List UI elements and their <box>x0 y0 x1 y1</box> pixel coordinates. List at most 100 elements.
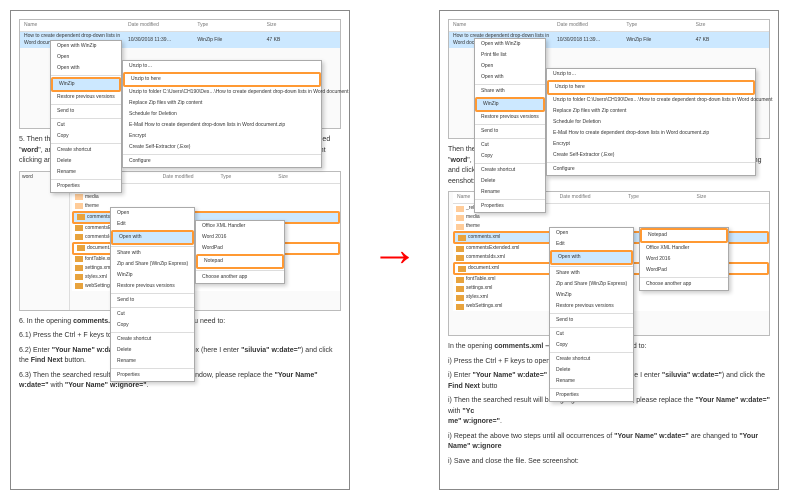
col-size: Size <box>267 22 336 29</box>
ctxr-cut[interactable]: Cut <box>475 140 545 151</box>
ctx2r-sendto[interactable]: Send to <box>550 315 633 326</box>
ctx2r-shortcut[interactable]: Create shortcut <box>550 354 633 365</box>
openwith-submenu[interactable]: Office XML Handler Word 2016 WordPad Not… <box>195 220 285 284</box>
ctx-open[interactable]: Open <box>51 52 121 63</box>
ctx2r-edit[interactable]: Edit <box>550 239 633 250</box>
sub2r-notepad[interactable]: Notepad <box>640 228 728 243</box>
ctx-properties[interactable]: Properties <box>51 181 121 192</box>
sub2r-word[interactable]: Word 2016 <box>640 254 728 265</box>
ctx2-props[interactable]: Properties <box>111 370 194 381</box>
ctxr-copy[interactable]: Copy <box>475 151 545 162</box>
ctx2-winzip[interactable]: WinZip <box>111 270 194 281</box>
ctxr-print[interactable]: Print file list <box>475 50 545 61</box>
ctx-winzip[interactable]: WinZip <box>51 77 121 92</box>
sub-replace[interactable]: Replace Zip files with Zip content <box>123 98 321 109</box>
ctx2r-open[interactable]: Open <box>550 228 633 239</box>
ctxr-winzip[interactable]: WinZip <box>475 97 545 112</box>
subr-schedule[interactable]: Schedule for Deletion <box>547 117 755 128</box>
ctx2-rename[interactable]: Rename <box>111 356 194 367</box>
ctx-cut[interactable]: Cut <box>51 120 121 131</box>
ctx-rename[interactable]: Rename <box>51 167 121 178</box>
sub2-wordpad[interactable]: WordPad <box>196 243 284 254</box>
ctx2-zipshare[interactable]: Zip and Share (WinZip Express) <box>111 259 194 270</box>
sub-unzip-folder[interactable]: Unzip to folder C:\Users\CH190\Des…\How … <box>123 87 321 98</box>
ctx2-sendto[interactable]: Send to <box>111 295 194 306</box>
ctx-delete[interactable]: Delete <box>51 156 121 167</box>
ctx2r-delete[interactable]: Delete <box>550 365 633 376</box>
ctxr-openwith[interactable]: Open with <box>475 72 545 83</box>
ctx-copy[interactable]: Copy <box>51 131 121 142</box>
openwith-submenu-r[interactable]: Notepad Office XML Handler Word 2016 Wor… <box>639 227 729 291</box>
subr-unzipfolder[interactable]: Unzip to folder C:\Users\CH190\Des…\How … <box>547 95 755 106</box>
ctx-shortcut[interactable]: Create shortcut <box>51 145 121 156</box>
context-menu-1[interactable]: Open with WinZip Open Open with WinZip R… <box>50 40 122 193</box>
sub-unzip-here[interactable]: Unzip to here <box>123 72 321 87</box>
ctx2r-zipshare[interactable]: Zip and Share (WinZip Express) <box>550 279 633 290</box>
arrow-icon: → <box>371 223 419 278</box>
ctx-open-winzip[interactable]: Open with WinZip <box>51 41 121 52</box>
winzip-submenu[interactable]: Unzip to… Unzip to here Unzip to folder … <box>122 60 322 168</box>
sub-configure[interactable]: Configure <box>123 156 321 167</box>
ctx2-open[interactable]: Open <box>111 208 194 219</box>
sub-encrypt[interactable]: Encrypt <box>123 131 321 142</box>
subr-encrypt[interactable]: Encrypt <box>547 139 755 150</box>
sub2r-choose[interactable]: Choose another app <box>640 279 728 290</box>
folder-row[interactable]: media <box>72 193 340 202</box>
ctx2r-props[interactable]: Properties <box>550 390 633 401</box>
sub2-choose[interactable]: Choose another app <box>196 272 284 283</box>
ctx-open-with[interactable]: Open with <box>51 63 121 74</box>
subr-replace[interactable]: Replace Zip files with Zip content <box>547 106 755 117</box>
ctx2r-openwith[interactable]: Open with <box>550 250 633 265</box>
xml-icon <box>75 234 83 240</box>
ctxr-props[interactable]: Properties <box>475 201 545 212</box>
ctx2-delete[interactable]: Delete <box>111 345 194 356</box>
ctx-sendto[interactable]: Send to <box>51 106 121 117</box>
ctxr-openwinzip[interactable]: Open with WinZip <box>475 39 545 50</box>
ctx2-openwith[interactable]: Open with <box>111 230 194 245</box>
ctx2-shortcut[interactable]: Create shortcut <box>111 334 194 345</box>
xml-icon <box>456 304 464 310</box>
context-menu-2[interactable]: Open Edit Open with Share with Zip and S… <box>110 207 195 382</box>
subr-unzipto[interactable]: Unzip to… <box>547 69 755 80</box>
subr-configure[interactable]: Configure <box>547 164 755 175</box>
ctxr-rename[interactable]: Rename <box>475 187 545 198</box>
ctx2r-winzip[interactable]: WinZip <box>550 290 633 301</box>
ctx2r-copy[interactable]: Copy <box>550 340 633 351</box>
ctxr-open[interactable]: Open <box>475 61 545 72</box>
sub2r-wordpad[interactable]: WordPad <box>640 265 728 276</box>
ctxr-sendto[interactable]: Send to <box>475 126 545 137</box>
subr-sfx[interactable]: Create Self-Extractor (.Exe) <box>547 150 755 161</box>
ctx-restore[interactable]: Restore previous versions <box>51 92 121 103</box>
context-menu-1r[interactable]: Open with WinZip Print file list Open Op… <box>474 38 546 213</box>
sub2-xmlhandler[interactable]: Office XML Handler <box>196 221 284 232</box>
ctx2-restore[interactable]: Restore previous versions <box>111 281 194 292</box>
sub-sfx[interactable]: Create Self-Extractor (.Exe) <box>123 142 321 153</box>
ctx2r-rename[interactable]: Rename <box>550 376 633 387</box>
sub-schedule[interactable]: Schedule for Deletion <box>123 109 321 120</box>
xml-icon <box>456 255 464 261</box>
col-type: Type <box>197 22 266 29</box>
ctx2r-share[interactable]: Share with <box>550 268 633 279</box>
subr-unziphere[interactable]: Unzip to here <box>547 80 755 95</box>
ctx2r-restore[interactable]: Restore previous versions <box>550 301 633 312</box>
subr-email[interactable]: E-Mail How to create dependent drop-down… <box>547 128 755 139</box>
ctxr-shortcut[interactable]: Create shortcut <box>475 165 545 176</box>
ctxr-restore[interactable]: Restore previous versions <box>475 112 545 123</box>
sub2-notepad[interactable]: Notepad <box>196 254 284 269</box>
ctx2-share[interactable]: Share with <box>111 248 194 259</box>
ctxr-share[interactable]: Share with <box>475 86 545 97</box>
ctxr-delete[interactable]: Delete <box>475 176 545 187</box>
context-menu-2r[interactable]: Open Edit Open with Share with Zip and S… <box>549 227 634 402</box>
ctx2r-cut[interactable]: Cut <box>550 329 633 340</box>
sub2r-xmlhandler[interactable]: Office XML Handler <box>640 243 728 254</box>
folder-row[interactable]: media <box>453 213 769 222</box>
xml-icon <box>456 286 464 292</box>
ctx2-cut[interactable]: Cut <box>111 309 194 320</box>
ctx2-copy[interactable]: Copy <box>111 320 194 331</box>
ctx2-edit[interactable]: Edit <box>111 219 194 230</box>
winzip-submenu-r[interactable]: Unzip to… Unzip to here Unzip to folder … <box>546 68 756 176</box>
sub-unzip-to[interactable]: Unzip to… <box>123 61 321 72</box>
folder-icon <box>75 203 83 209</box>
sub2-word[interactable]: Word 2016 <box>196 232 284 243</box>
sub-email[interactable]: E-Mail How to create dependent drop-down… <box>123 120 321 131</box>
